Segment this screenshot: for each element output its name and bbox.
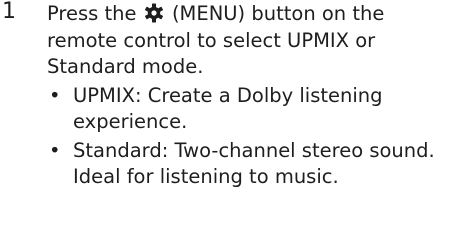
- list-item-upmix: • UPMIX: Create a Dolby listening experi…: [47, 83, 447, 136]
- step-body: Press the (MENU) button on the remote co…: [47, 1, 447, 193]
- options-list: • UPMIX: Create a Dolby listening experi…: [47, 83, 447, 191]
- list-item-text: Standard: Two-channel stereo sound. Idea…: [73, 138, 435, 189]
- step-number: 1: [2, 0, 16, 24]
- list-item-text: UPMIX: Create a Dolby listening experien…: [73, 83, 383, 134]
- instruction-text-before: Press the: [47, 2, 137, 25]
- list-item-standard: • Standard: Two-channel stereo sound. Id…: [47, 138, 447, 191]
- bullet: •: [49, 138, 61, 162]
- gear-icon: [144, 3, 164, 23]
- bullet: •: [49, 83, 61, 107]
- step-instruction: Press the (MENU) button on the remote co…: [47, 1, 447, 81]
